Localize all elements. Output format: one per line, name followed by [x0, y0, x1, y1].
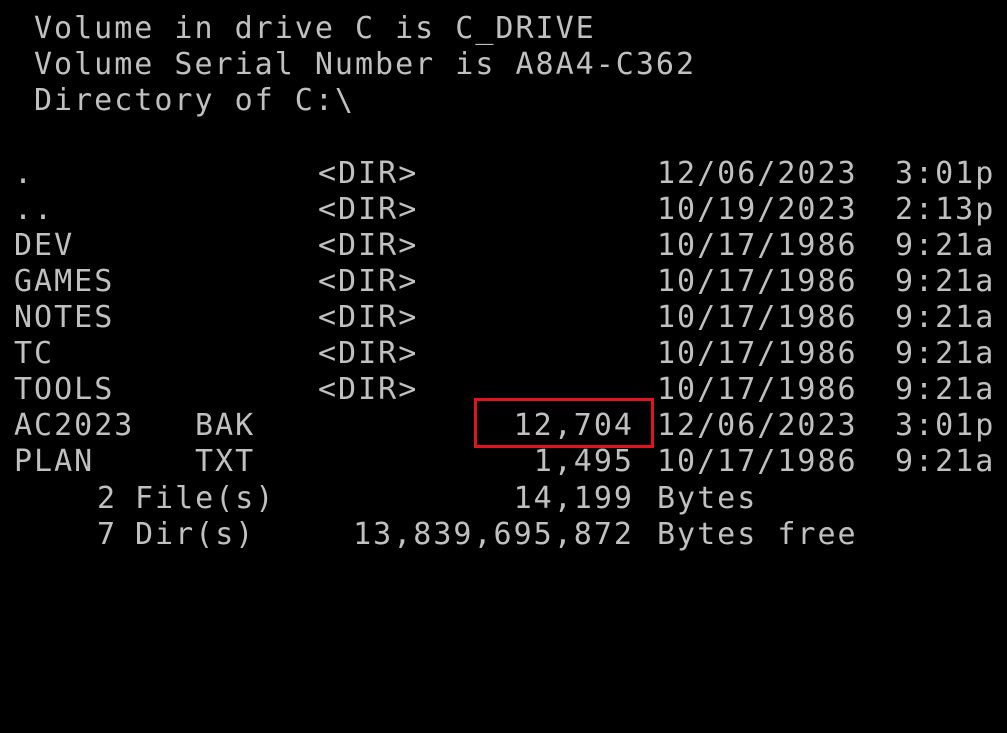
- entry-name: PLAN: [14, 444, 95, 479]
- files-count: 2: [96, 481, 117, 516]
- entry-time: 9:21a: [895, 372, 996, 407]
- entry-name: TOOLS: [14, 372, 115, 407]
- size-highlight-box: [474, 398, 654, 448]
- entry-dir-tag: <DIR>: [318, 192, 419, 227]
- entry-time: 3:01p: [895, 156, 996, 191]
- listing-row: .. <DIR> 10/19/2023 2:13p: [0, 192, 1007, 228]
- entry-time: 9:21a: [895, 264, 996, 299]
- entry-time: 3:01p: [895, 408, 996, 443]
- entry-date: 10/17/1986: [657, 372, 858, 407]
- files-unit: Bytes: [657, 481, 758, 516]
- entry-dir-tag: <DIR>: [318, 156, 419, 191]
- entry-name: TC: [14, 336, 55, 371]
- listing-row: NOTES <DIR> 10/17/1986 9:21a: [0, 300, 1007, 336]
- entry-name: .: [14, 156, 35, 191]
- dirs-unit: Bytes free: [657, 517, 858, 552]
- files-summary-line: 2 File(s) 14,199 Bytes: [0, 481, 1007, 517]
- listing-row: . <DIR> 12/06/2023 3:01p: [0, 156, 1007, 192]
- entry-size: [420, 336, 634, 372]
- files-label: File(s): [135, 481, 276, 516]
- entry-size: [420, 264, 634, 300]
- entry-date: 10/17/1986: [657, 264, 858, 299]
- entry-time: 9:21a: [895, 444, 996, 479]
- directory-of-line: Directory of C:\: [34, 83, 355, 118]
- entry-size: [420, 300, 634, 336]
- entry-date: 10/17/1986: [657, 444, 858, 479]
- entry-name: DEV: [14, 228, 75, 263]
- dirs-count: 7: [96, 517, 117, 552]
- entry-date: 10/17/1986: [657, 300, 858, 335]
- entry-ext: BAK: [195, 408, 256, 443]
- entry-size: 1,495: [533, 444, 634, 479]
- entry-date: 12/06/2023: [657, 156, 858, 191]
- entry-time: 9:21a: [895, 228, 996, 263]
- listing-row: DEV <DIR> 10/17/1986 9:21a: [0, 228, 1007, 264]
- entry-dir-tag: <DIR>: [318, 372, 419, 407]
- dirs-bytes: 13,839,695,872: [353, 517, 634, 552]
- entry-time: 2:13p: [895, 192, 996, 227]
- entry-dir-tag: <DIR>: [318, 300, 419, 335]
- entry-name: ..: [14, 192, 55, 227]
- entry-date: 12/06/2023: [657, 408, 858, 443]
- entry-time: 9:21a: [895, 300, 996, 335]
- entry-name: NOTES: [14, 300, 115, 335]
- files-bytes: 14,199: [513, 481, 634, 516]
- entry-date: 10/17/1986: [657, 336, 858, 371]
- entry-dir-tag: <DIR>: [318, 264, 419, 299]
- entry-ext: TXT: [195, 444, 256, 479]
- entry-size: [420, 192, 634, 228]
- listing-row: PLAN TXT 1,495 10/17/1986 9:21a: [0, 444, 1007, 480]
- dirs-label: Dir(s): [135, 517, 256, 552]
- listing-row: GAMES <DIR> 10/17/1986 9:21a: [0, 264, 1007, 300]
- listing-row: TC <DIR> 10/17/1986 9:21a: [0, 336, 1007, 372]
- entry-time: 9:21a: [895, 336, 996, 371]
- volume-serial-line: Volume Serial Number is A8A4-C362: [34, 47, 697, 82]
- entry-dir-tag: <DIR>: [318, 336, 419, 371]
- entry-date: 10/19/2023: [657, 192, 858, 227]
- entry-size: [420, 156, 634, 192]
- entry-name: AC2023: [14, 408, 135, 443]
- entry-name: GAMES: [14, 264, 115, 299]
- entry-dir-tag: <DIR>: [318, 228, 419, 263]
- entry-size: [420, 228, 634, 264]
- dirs-summary-line: 7 Dir(s) 13,839,695,872 Bytes free: [0, 517, 1007, 553]
- entry-date: 10/17/1986: [657, 228, 858, 263]
- volume-label-line: Volume in drive C is C_DRIVE: [34, 11, 596, 46]
